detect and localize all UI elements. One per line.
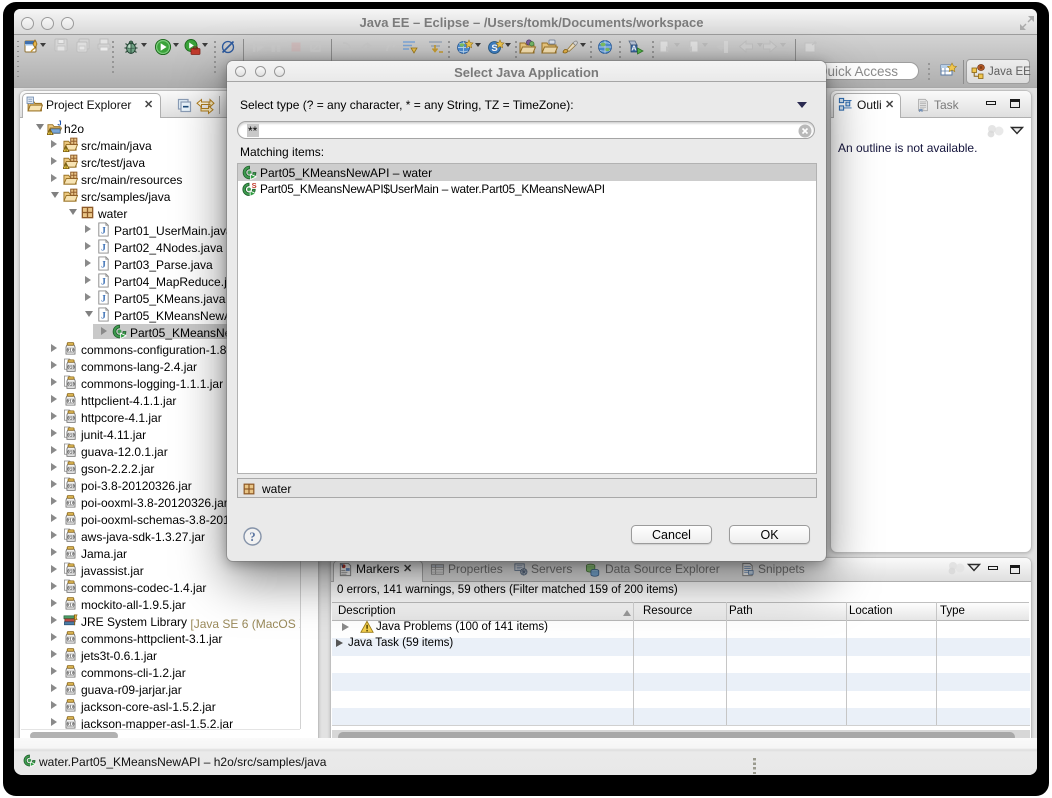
svg-text:S: S bbox=[491, 43, 497, 54]
svg-text:A: A bbox=[631, 44, 637, 53]
svg-text:?: ? bbox=[249, 530, 255, 544]
